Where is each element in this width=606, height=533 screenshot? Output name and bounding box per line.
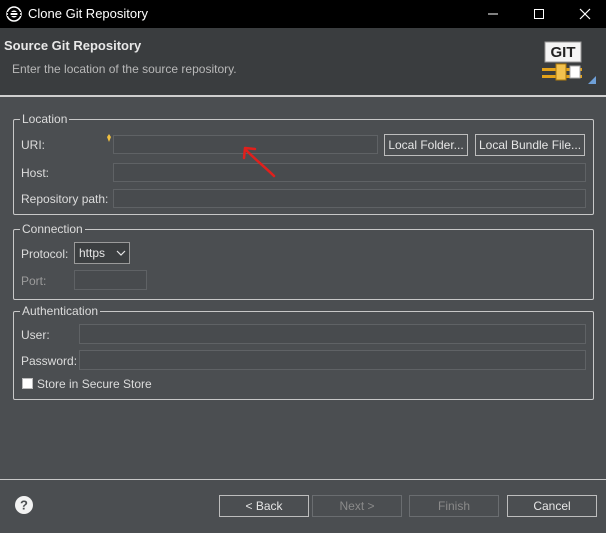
header-separator: [0, 95, 606, 97]
wizard-header: Source Git Repository Enter the location…: [0, 28, 606, 96]
annotation-arrow-icon: [242, 146, 276, 178]
cancel-button[interactable]: Cancel: [507, 495, 597, 517]
maximize-icon: [534, 9, 544, 19]
required-field-icon: [107, 134, 111, 142]
secure-store-checkbox[interactable]: [22, 378, 33, 389]
window-title: Clone Git Repository: [28, 6, 148, 21]
local-bundle-file-button[interactable]: Local Bundle File...: [475, 134, 585, 156]
close-button[interactable]: [562, 0, 606, 28]
uri-label: URI:: [21, 138, 45, 152]
port-input[interactable]: [74, 270, 147, 290]
repository-path-input[interactable]: [113, 189, 586, 208]
local-folder-button[interactable]: Local Folder...: [384, 134, 468, 156]
page-title: Source Git Repository: [4, 38, 142, 53]
connection-group-label: Connection: [22, 222, 83, 236]
git-logo-text: GIT: [551, 44, 576, 61]
secure-store-label[interactable]: Store in Secure Store: [37, 377, 152, 391]
user-input[interactable]: [79, 324, 586, 344]
host-input[interactable]: [113, 163, 586, 182]
minimize-button[interactable]: [470, 0, 516, 28]
title-bar: Clone Git Repository: [0, 0, 606, 28]
git-logo-icon: GIT: [542, 41, 596, 84]
user-label: User:: [21, 328, 50, 342]
protocol-value: https: [79, 246, 106, 260]
password-label: Password:: [21, 354, 78, 368]
svg-text:?: ?: [20, 498, 28, 513]
port-label: Port:: [21, 274, 47, 288]
finish-button[interactable]: Finish: [409, 495, 499, 517]
next-button[interactable]: Next >: [312, 495, 402, 517]
close-icon: [579, 8, 591, 20]
protocol-select[interactable]: https: [74, 242, 130, 264]
location-group-label: Location: [22, 112, 68, 126]
back-button[interactable]: < Back: [219, 495, 309, 517]
repository-path-label: Repository path:: [21, 192, 109, 206]
footer-separator: [0, 479, 606, 480]
page-description: Enter the location of the source reposit…: [12, 62, 237, 76]
chevron-down-icon: [116, 250, 126, 256]
minimize-icon: [488, 13, 498, 15]
help-icon[interactable]: ?: [14, 495, 34, 515]
eclipse-icon: [6, 6, 22, 22]
password-input[interactable]: [79, 350, 586, 370]
maximize-button[interactable]: [516, 0, 562, 28]
host-label: Host:: [21, 166, 50, 180]
protocol-label: Protocol:: [21, 247, 69, 261]
authentication-group-label: Authentication: [22, 304, 99, 318]
